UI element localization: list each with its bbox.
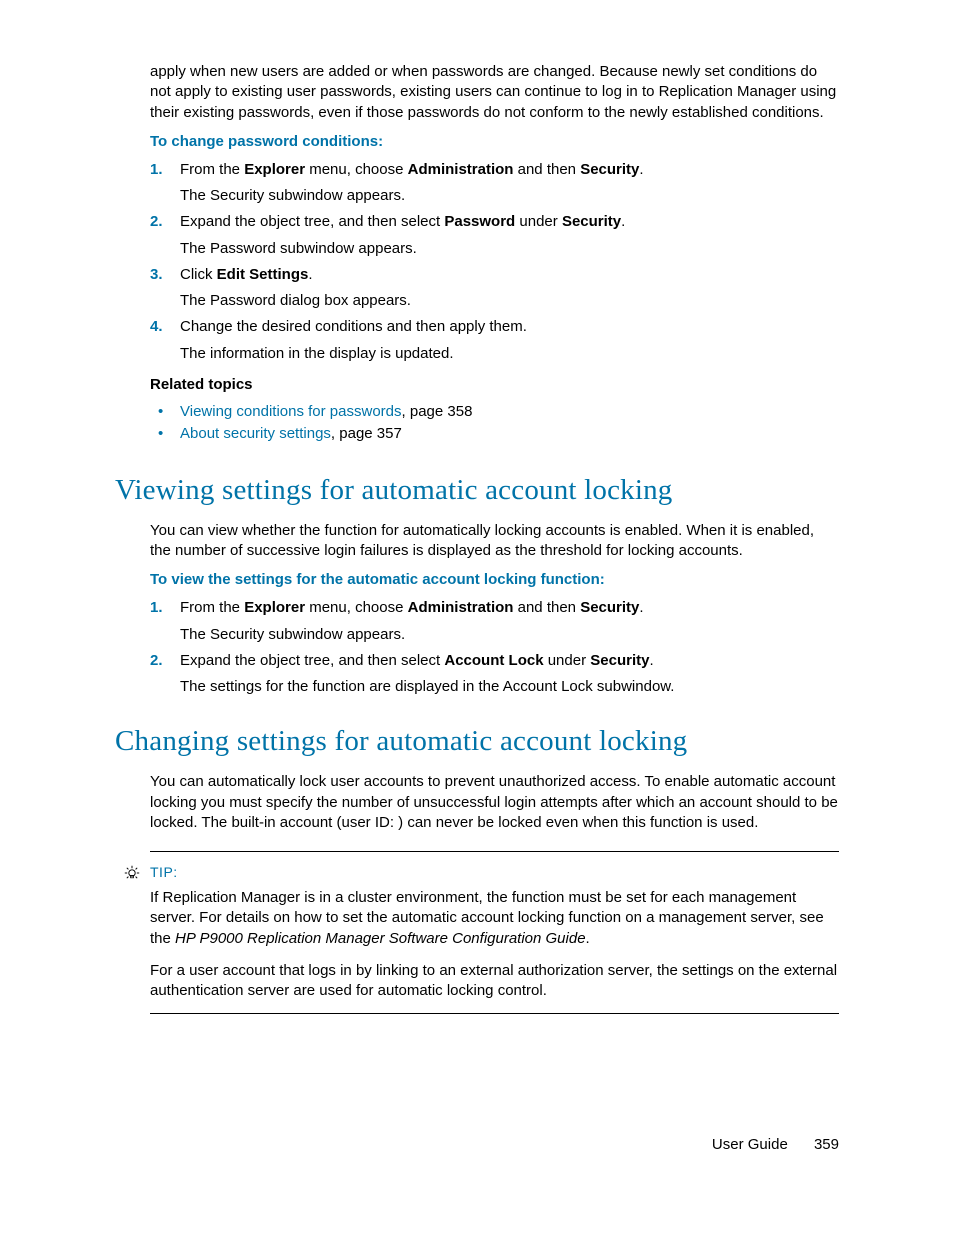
step-result: The Security subwindow appears. <box>180 186 839 206</box>
step-body: Expand the object tree, and then select … <box>180 212 839 259</box>
list-item: 1. From the Explorer menu, choose Admini… <box>150 598 839 645</box>
list-item: • Viewing conditions for passwords, page… <box>150 401 839 424</box>
divider <box>150 851 839 852</box>
step-body: Click Edit Settings. The Password dialog… <box>180 265 839 312</box>
step-result: The Security subwindow appears. <box>180 625 839 645</box>
procedure-heading: To view the settings for the automatic a… <box>150 571 839 588</box>
related-topics-list: • Viewing conditions for passwords, page… <box>150 401 839 446</box>
tip-row: TIP: <box>150 864 839 880</box>
list-item: 4. Change the desired conditions and the… <box>150 317 839 364</box>
related-topics-heading: Related topics <box>150 376 839 393</box>
list-item: 1. From the Explorer menu, choose Admini… <box>150 160 839 207</box>
page-footer: User Guide 359 <box>712 1136 839 1153</box>
step-body: From the Explorer menu, choose Administr… <box>180 598 839 645</box>
section-heading-changing: Changing settings for automatic account … <box>115 725 839 758</box>
tip-icon <box>122 865 142 881</box>
bullet-icon: • <box>150 401 180 424</box>
intro-section: apply when new users are added or when p… <box>115 62 839 446</box>
related-link[interactable]: Viewing conditions for passwords <box>180 403 402 420</box>
list-item: 2. Expand the object tree, and then sele… <box>150 651 839 698</box>
related-link[interactable]: About security settings <box>180 425 331 442</box>
page: apply when new users are added or when p… <box>0 0 954 1235</box>
step-body: Change the desired conditions and then a… <box>180 317 839 364</box>
list-item: • About security settings, page 357 <box>150 423 839 446</box>
step-number: 1. <box>150 160 180 207</box>
page-number: 359 <box>814 1136 839 1153</box>
tip-block: TIP: If Replication Manager is in a clus… <box>115 851 839 1014</box>
divider <box>150 1013 839 1014</box>
footer-label: User Guide <box>712 1136 788 1153</box>
step-result: The information in the display is update… <box>180 344 839 364</box>
section-paragraph: You can view whether the function for au… <box>150 521 839 562</box>
tip-paragraph: For a user account that logs in by linki… <box>150 961 839 1002</box>
section-viewing: You can view whether the function for au… <box>115 521 839 698</box>
bullet-icon: • <box>150 423 180 446</box>
step-number: 2. <box>150 651 180 698</box>
section-paragraph: You can automatically lock user accounts… <box>150 772 839 833</box>
intro-paragraph: apply when new users are added or when p… <box>150 62 839 123</box>
procedure-list: 1. From the Explorer menu, choose Admini… <box>150 160 839 364</box>
step-number: 4. <box>150 317 180 364</box>
step-result: The Password dialog box appears. <box>180 291 839 311</box>
procedure-list: 1. From the Explorer menu, choose Admini… <box>150 598 839 697</box>
tip-paragraph: If Replication Manager is in a cluster e… <box>150 888 839 949</box>
section-changing: You can automatically lock user accounts… <box>115 772 839 833</box>
step-body: From the Explorer menu, choose Administr… <box>180 160 839 207</box>
step-number: 2. <box>150 212 180 259</box>
list-item: 2. Expand the object tree, and then sele… <box>150 212 839 259</box>
procedure-heading: To change password conditions: <box>150 133 839 150</box>
tip-doc-title: HP P9000 Replication Manager Software Co… <box>175 930 586 947</box>
section-heading-viewing: Viewing settings for automatic account l… <box>115 474 839 507</box>
step-result: The settings for the function are displa… <box>180 677 839 697</box>
tip-label: TIP: <box>150 864 839 880</box>
step-body: Expand the object tree, and then select … <box>180 651 839 698</box>
list-item: 3. Click Edit Settings. The Password dia… <box>150 265 839 312</box>
step-number: 1. <box>150 598 180 645</box>
step-result: The Password subwindow appears. <box>180 239 839 259</box>
step-number: 3. <box>150 265 180 312</box>
